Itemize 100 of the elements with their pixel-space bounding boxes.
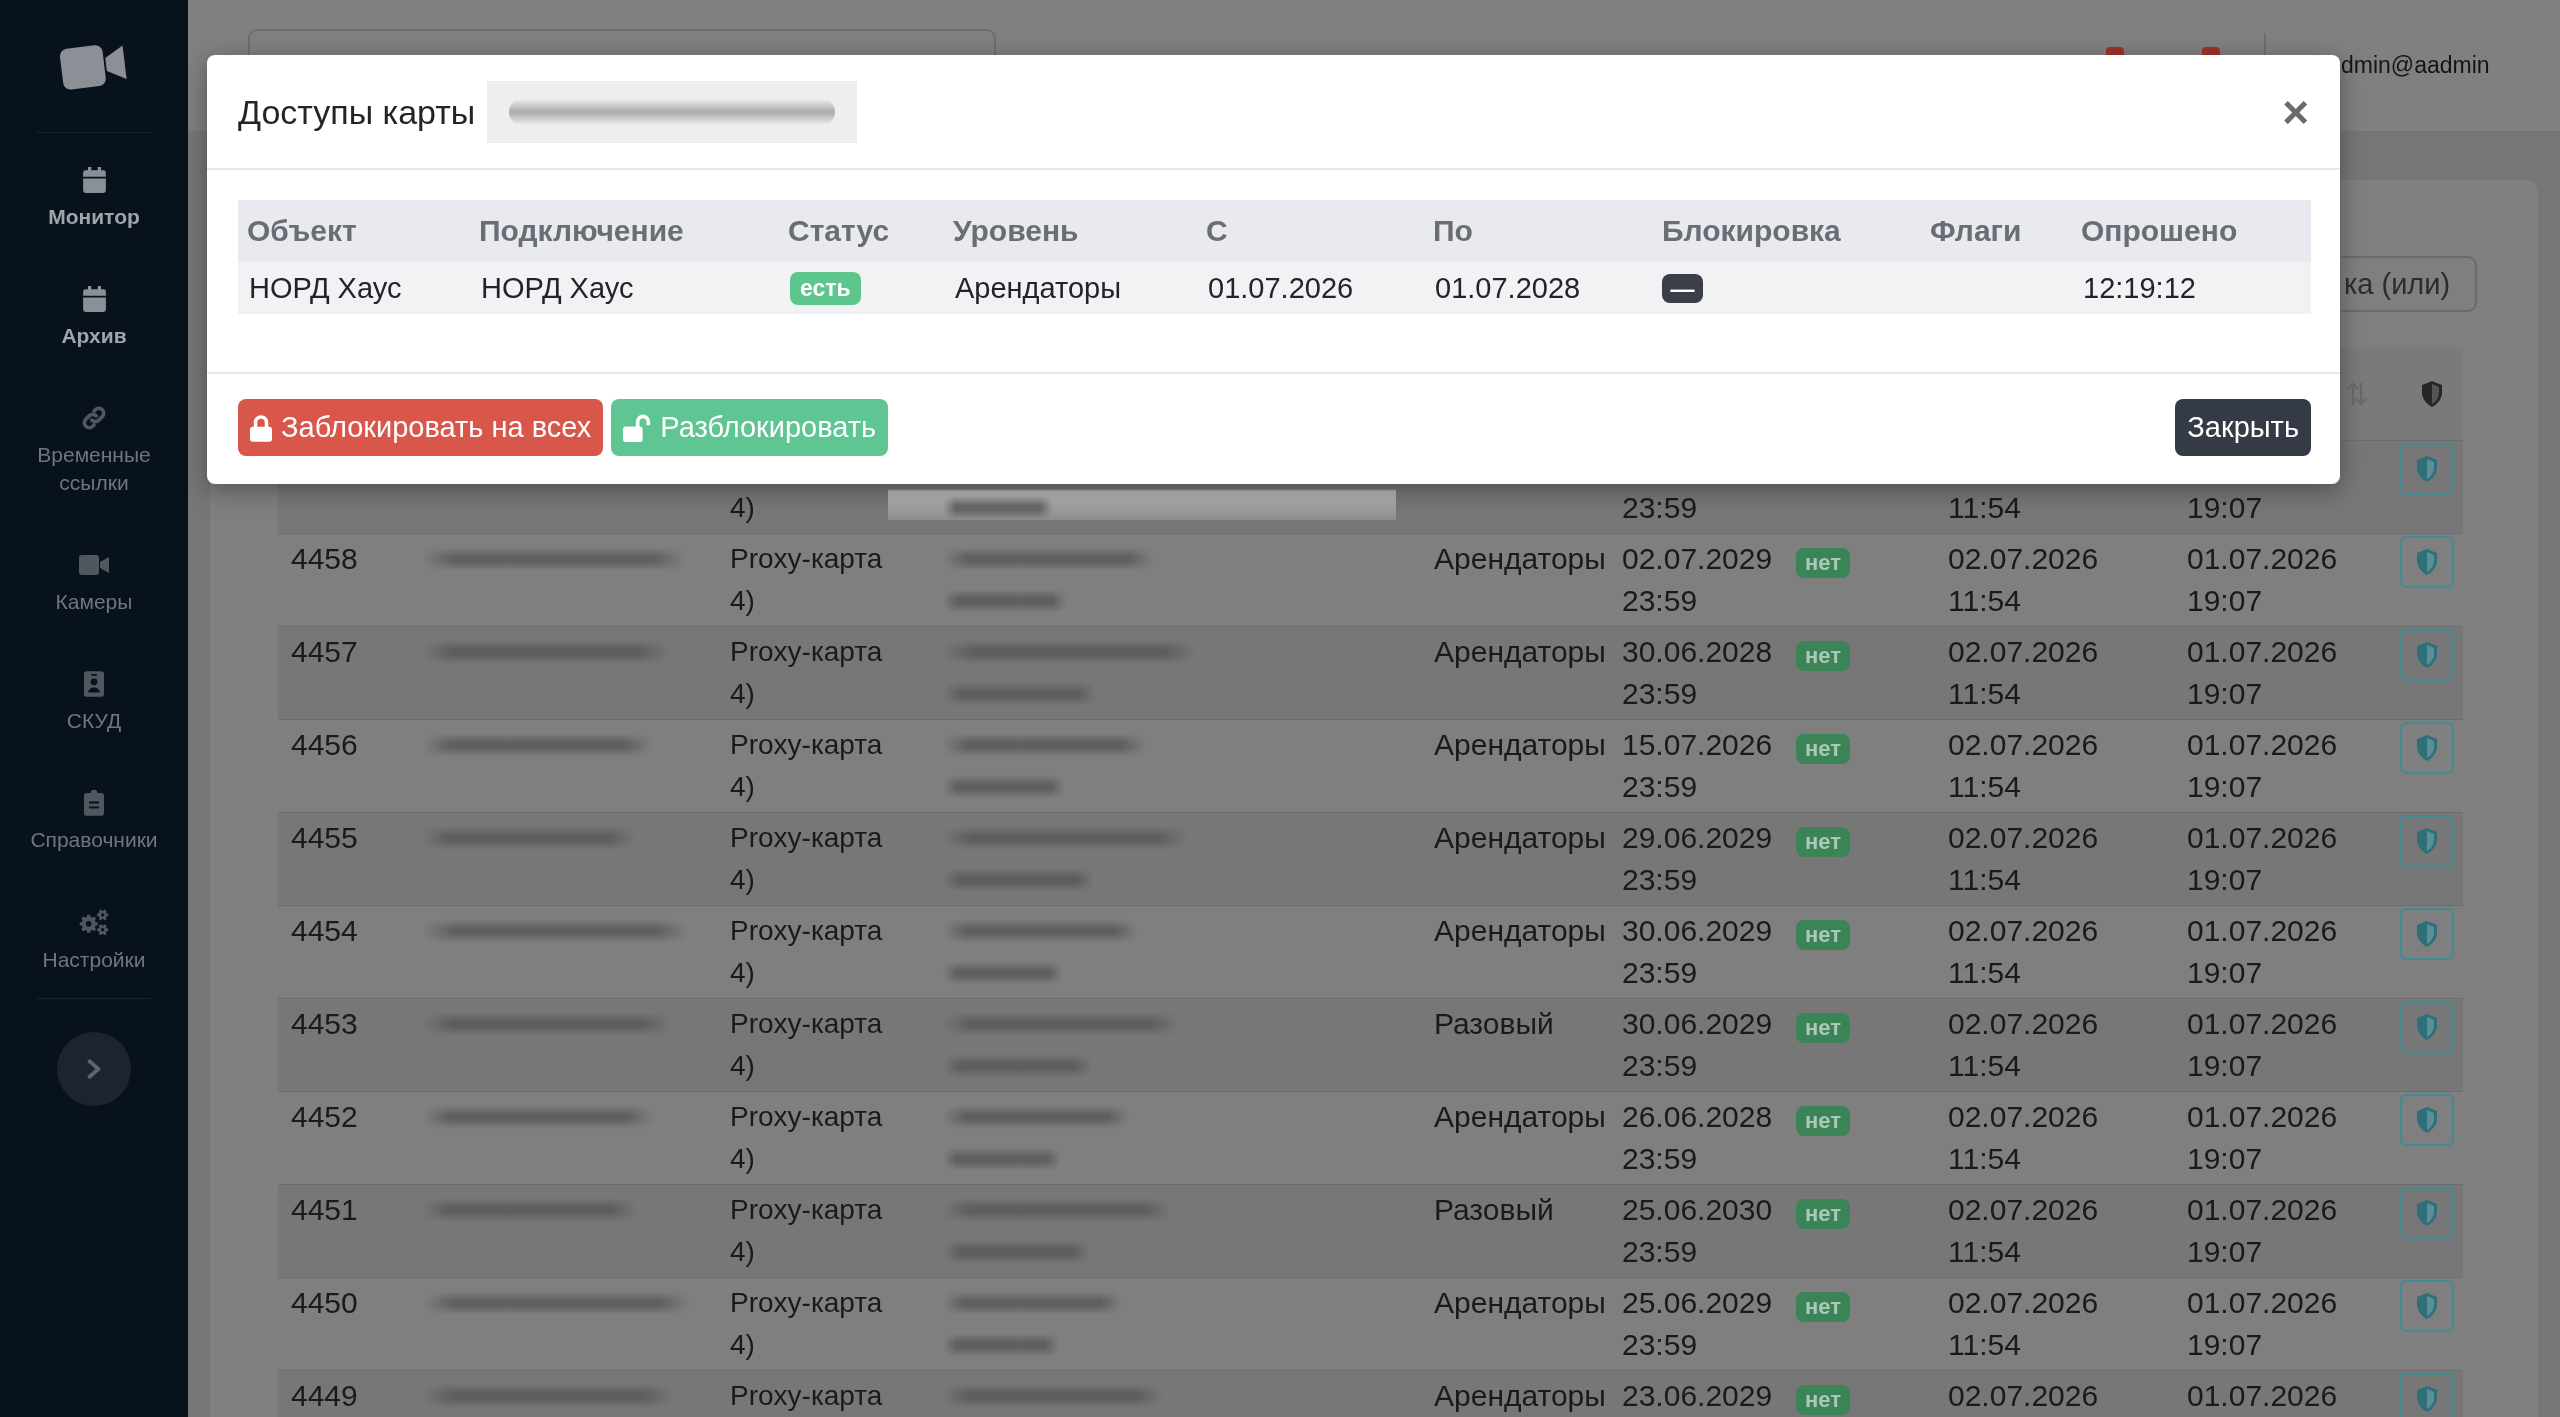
shield-icon	[2416, 549, 2438, 575]
table-cell-text: Proxy-карта 4)	[730, 914, 884, 990]
table-cell-text: Proxy-карта 4)	[730, 1007, 884, 1083]
table-cell-text: Proxy-карта 4)	[730, 728, 884, 804]
shield-icon	[2416, 1293, 2438, 1319]
shield-button[interactable]	[2400, 1280, 2454, 1332]
table-cell-text: 23:59	[1622, 490, 1698, 526]
lock-icon	[250, 413, 272, 442]
column-header: Флаги	[1930, 214, 2022, 248]
table-cell: 01.07.2028	[1435, 271, 1581, 305]
calendar-icon	[82, 286, 106, 312]
table-cell-text: Proxy-карта 4)	[730, 1286, 884, 1362]
table-cell-text: 01.07.2026	[2187, 1378, 2338, 1414]
column-header: Блокировка	[1662, 214, 1841, 248]
table-cell-text: 02.07.2026	[1948, 1378, 2099, 1414]
status-badge: нет	[1796, 1199, 1850, 1229]
status-badge: нет	[1796, 1385, 1850, 1415]
column-header: Подключение	[479, 214, 684, 248]
table-cell-text: 02.07.2026 11:54	[1948, 1285, 2099, 1363]
table-cell-text: Арендаторы	[1434, 913, 1606, 949]
table-cell-text: Proxy-карта 4)	[730, 1193, 884, 1269]
shield-icon	[2420, 381, 2443, 407]
sidebar-item[interactable]: Камеры	[10, 552, 178, 616]
sidebar-item[interactable]: Настройки	[10, 909, 178, 974]
calendar-icon	[82, 167, 106, 193]
sidebar-item[interactable]: Монитор	[10, 167, 178, 231]
clipboard-icon	[84, 790, 104, 816]
shield-button[interactable]	[2400, 722, 2454, 774]
status-badge: нет	[1796, 1292, 1850, 1322]
shield-button[interactable]	[2400, 629, 2454, 681]
notification-badge-icon	[2106, 47, 2124, 55]
table-cell-text: 26.06.2028 23:59	[1622, 1099, 1773, 1177]
table-cell-text: 02.07.2029 23:59	[1622, 541, 1773, 619]
column-header: По	[1433, 214, 1473, 248]
table-cell-text: Разовый	[1434, 1006, 1554, 1042]
table-cell-text: Proxy-карта 4)	[730, 821, 884, 897]
shield-button[interactable]	[2400, 1094, 2454, 1146]
sidebar-item[interactable]: Временные ссылки	[10, 405, 178, 497]
table-cell-text: Арендаторы	[1434, 1285, 1606, 1321]
shield-button[interactable]	[2400, 443, 2454, 495]
table-cell-text: Арендаторы	[1434, 727, 1606, 763]
table-cell-text: Арендаторы	[1434, 820, 1606, 856]
column-header: Опрошено	[2081, 214, 2238, 248]
table-cell-text: 4451	[291, 1192, 358, 1228]
table-cell-text: Арендаторы	[1434, 1099, 1606, 1135]
shield-button[interactable]	[2400, 815, 2454, 867]
table-cell-text: 02.07.2026 11:54	[1948, 913, 2099, 991]
sort-icon[interactable]	[2347, 382, 2367, 406]
table-cell-text: Proxy-карта 4)	[730, 635, 884, 711]
table-cell-text: 4456	[291, 727, 358, 763]
status-badge: нет	[1796, 548, 1850, 578]
table-cell: 12:19:12	[2083, 271, 2196, 305]
table-cell-text: 19:07	[2187, 490, 2263, 526]
unblock-button[interactable]: Разблокировать	[611, 399, 889, 456]
user-menu-link[interactable]: dmin@aadmin	[2341, 52, 2490, 78]
dismiss-button[interactable]: Закрыть	[2175, 399, 2311, 456]
link-icon	[81, 405, 107, 431]
table-cell-text: 30.06.2028 23:59	[1622, 634, 1773, 712]
column-header: Уровень	[953, 214, 1079, 248]
shield-icon	[2416, 828, 2438, 854]
open-lock-icon	[623, 413, 652, 442]
status-badge: нет	[1796, 734, 1850, 764]
table-cell-text: 25.06.2029 23:59	[1622, 1285, 1773, 1363]
close-button[interactable]: ×	[2282, 88, 2309, 135]
sidebar-item[interactable]: СКУД	[10, 671, 178, 735]
table-cell-text: 4454	[291, 913, 358, 949]
table-cell-text: 01.07.2026 19:07	[2187, 727, 2338, 805]
shield-button[interactable]	[2400, 908, 2454, 960]
table-cell-text: 01.07.2026 19:07	[2187, 820, 2338, 898]
blocking-badge: —	[1662, 273, 1703, 303]
shield-button[interactable]	[2400, 1373, 2454, 1417]
shield-icon	[2416, 1014, 2438, 1040]
id-badge-icon	[84, 671, 104, 697]
shield-icon	[2416, 1386, 2438, 1412]
table-cell: НОРД Хаус	[481, 271, 634, 305]
table-cell-text: 23.06.2029	[1622, 1378, 1773, 1414]
table-cell-text: Proxy-карта 4)	[730, 542, 884, 618]
table-cell-text: 02.07.2026 11:54	[1948, 541, 2099, 619]
status-badge: нет	[1796, 827, 1850, 857]
sidebar-item[interactable]: Справочники	[10, 790, 178, 854]
modal-title: Доступы карты	[238, 91, 476, 133]
block-all-button[interactable]: Заблокировать на всех	[238, 399, 604, 456]
status-badge: нет	[1796, 920, 1850, 950]
table-cell-text: Арендаторы	[1434, 634, 1606, 670]
shield-button[interactable]	[2400, 1001, 2454, 1053]
table-cell-text: 4452	[291, 1099, 358, 1135]
shield-icon	[2416, 456, 2438, 482]
table-cell-text: Разовый	[1434, 1192, 1554, 1228]
table-cell-text: 01.07.2026 19:07	[2187, 1099, 2338, 1177]
table-cell-text: 02.07.2026 11:54	[1948, 1099, 2099, 1177]
status-badge: нет	[1796, 641, 1850, 671]
shield-button[interactable]	[2400, 536, 2454, 588]
shield-icon	[2416, 1107, 2438, 1133]
sidebar-item[interactable]: Архив	[10, 286, 178, 350]
table-cell-text: 25.06.2030 23:59	[1622, 1192, 1773, 1270]
filter-field[interactable]: ка (или)	[2341, 256, 2477, 312]
table-cell-text: 02.07.2026 11:54	[1948, 727, 2099, 805]
video-camera-icon	[79, 555, 109, 575]
shield-icon	[2416, 1200, 2438, 1226]
shield-button[interactable]	[2400, 1187, 2454, 1239]
